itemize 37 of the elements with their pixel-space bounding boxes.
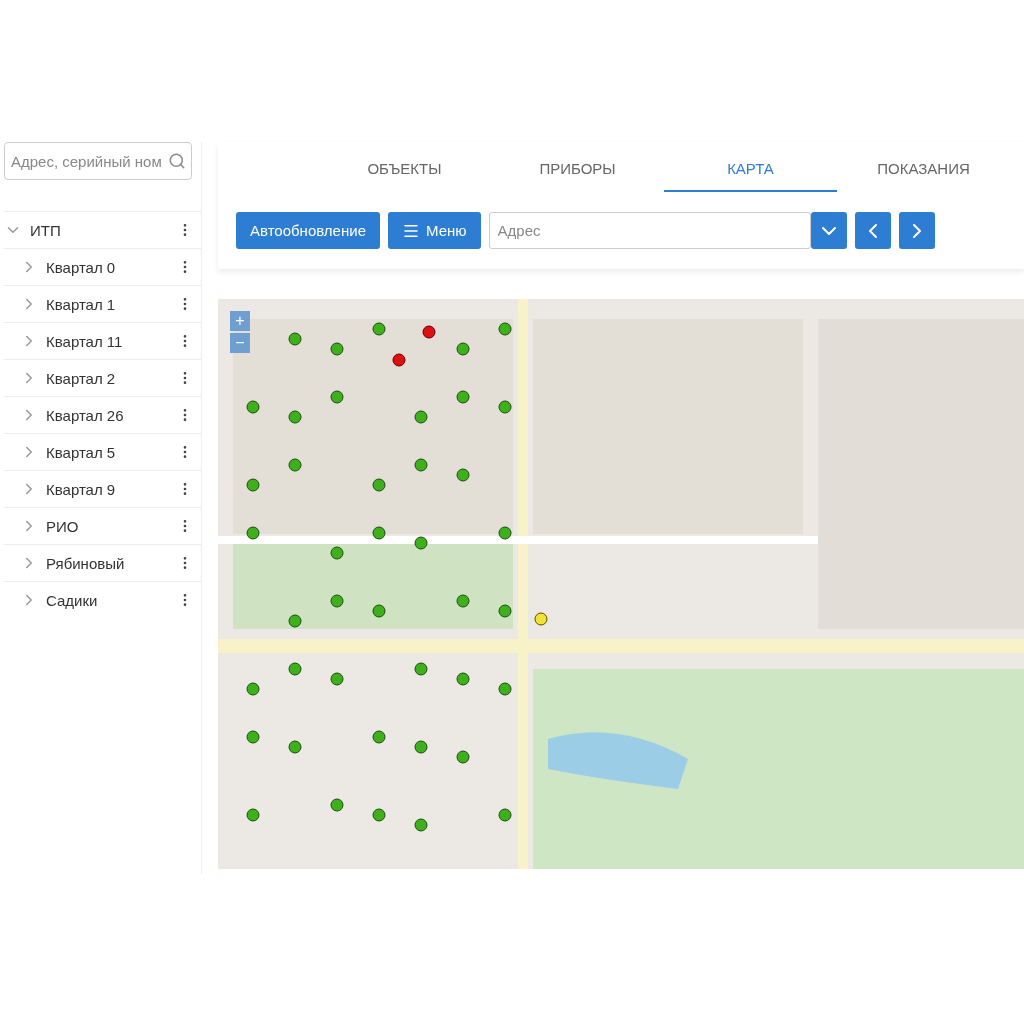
tree-item[interactable]: Рябиновый [4, 544, 201, 581]
tree-item-label: Квартал 1 [46, 295, 117, 313]
tree-item[interactable]: Квартал 2 [4, 359, 201, 396]
tab[interactable]: КАРТА [664, 152, 837, 192]
dropdown-button[interactable] [810, 212, 847, 249]
chevron-left-icon [868, 223, 877, 238]
tab[interactable]: ПРИБОРЫ [491, 152, 664, 192]
search-icon [168, 152, 186, 170]
tree-item[interactable]: Квартал 11 [4, 322, 201, 359]
tree-item-label: ИТП [30, 221, 62, 239]
tab[interactable]: ОБЪЕКТЫ [318, 152, 491, 192]
tree-item-label: Квартал 11 [46, 332, 124, 350]
tree-item-label: Квартал 0 [46, 258, 117, 276]
tree-item-label: Квартал 26 [46, 406, 125, 424]
tree-item[interactable]: Квартал 26 [4, 396, 201, 433]
tree-item[interactable]: Квартал 1 [4, 285, 201, 322]
tree-item[interactable]: Квартал 9 [4, 470, 201, 507]
tree-item[interactable]: Квартал 0 [4, 248, 201, 285]
tree-item[interactable]: Квартал 5 [4, 433, 201, 470]
search-field[interactable]: Адрес, серийный ном [4, 142, 192, 180]
tree-item[interactable]: РИО [4, 507, 201, 544]
tree-item-label: РИО [46, 517, 80, 535]
next-button[interactable] [898, 212, 935, 249]
menu-button[interactable]: Меню [388, 212, 481, 249]
tree-item-label: Рябиновый [46, 554, 126, 572]
address-field[interactable]: Адрес [488, 212, 811, 249]
tree-item-label: Квартал 5 [46, 443, 117, 461]
tree-item-label: Садики [46, 591, 99, 609]
chevron-down-icon [821, 226, 836, 235]
tree-item[interactable]: ИТП [4, 211, 201, 248]
auto-update-button[interactable]: Автообновление [236, 212, 380, 249]
tree-item-label: Квартал 2 [46, 369, 117, 387]
tree-item-label: Квартал 9 [46, 480, 117, 498]
tree-item[interactable]: Садики [4, 581, 201, 618]
previous-button[interactable] [854, 212, 891, 249]
chevron-right-icon [912, 223, 921, 238]
tab[interactable]: ПОКАЗАНИЯ [837, 152, 1010, 192]
